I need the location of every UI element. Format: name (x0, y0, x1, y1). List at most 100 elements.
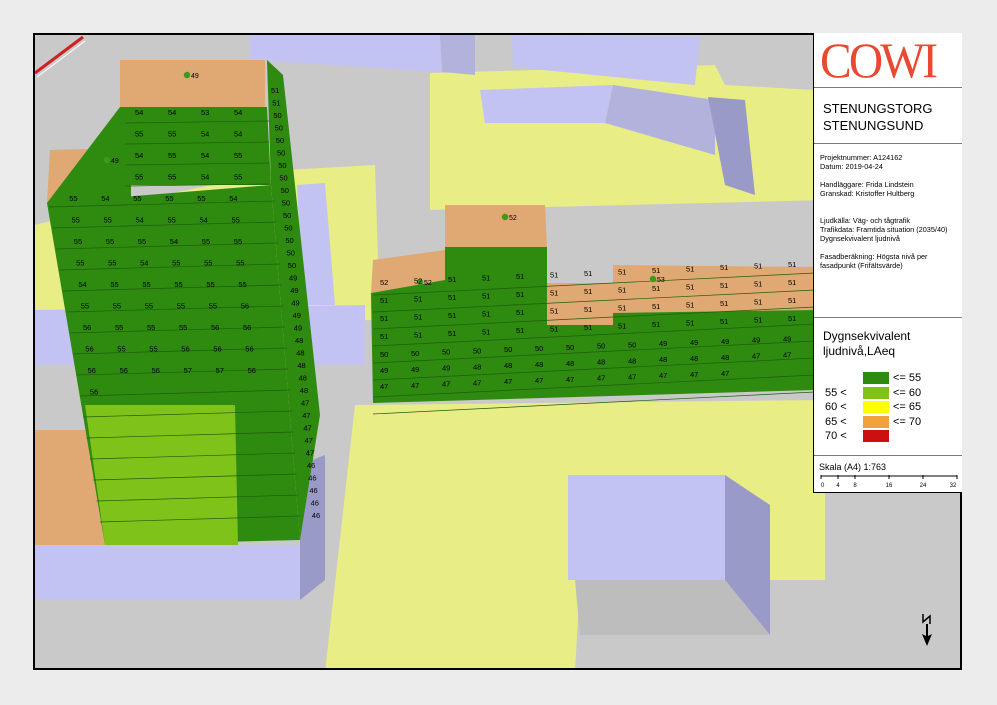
tower-roof (120, 60, 265, 107)
divider (814, 317, 962, 318)
facade-level-label: 49 (380, 366, 388, 375)
facade-level-label: 48 (628, 356, 636, 365)
facade-level-label: 51 (754, 316, 762, 325)
facade-level-label: 50 (442, 348, 450, 357)
facade-level-label: 51 (516, 326, 524, 335)
facade-level-label: 51 (550, 325, 558, 334)
roof-point (103, 156, 111, 164)
facade-level-label: 49 (721, 337, 729, 346)
legend-high-label: <= 65 (893, 401, 922, 413)
facade-level-label: 55 (145, 302, 153, 311)
facade-level-label: 51 (414, 295, 422, 304)
facade-level-label: 55 (113, 302, 121, 311)
facade-level-label: 51 (414, 313, 422, 322)
facade-level-label: 47 (303, 424, 311, 433)
facade-level-label: 51 (516, 290, 524, 299)
facade-level-label: 52 (414, 277, 422, 286)
facade-level-label: 51 (652, 284, 660, 293)
facade-level-label: 51 (652, 320, 660, 329)
facade-level-label: 47 (380, 382, 388, 391)
facade-level-label: 47 (597, 374, 605, 383)
facade-level-label: 56 (245, 345, 253, 354)
facade-level-label: 49 (752, 336, 760, 345)
facade-level-label: 54 (200, 216, 208, 225)
facade-level-label: 55 (108, 259, 116, 268)
facade-level-label: 49 (290, 286, 298, 295)
legend-swatch (863, 372, 889, 384)
scale-tick-label: 0 (821, 483, 825, 489)
facade-level-label: 48 (597, 358, 605, 367)
facade-level-label: 55 (232, 216, 240, 225)
facade-level-label: 51 (272, 99, 280, 108)
facade-level-label: 51 (550, 289, 558, 298)
facade-level-label: 51 (380, 296, 388, 305)
legend-title: Dygnsekvivalent ljudnivå,LAeq (823, 329, 910, 359)
facade-level-label: 54 (234, 108, 242, 117)
facade-level-label: 55 (147, 323, 155, 332)
facade-level-label: 50 (628, 340, 636, 349)
facade-level-label: 56 (243, 323, 251, 332)
facade-level-label: 48 (659, 355, 667, 364)
facade-level-label: 55 (168, 130, 176, 139)
facade-level-label: 55 (149, 345, 157, 354)
facade-level-label: 51 (652, 266, 660, 275)
facade-level-label: 47 (659, 371, 667, 380)
legend-low-label: 60 < (825, 401, 847, 413)
facade-level-label: 51 (720, 281, 728, 290)
facade-level-label: 49 (411, 365, 419, 374)
facade-level-label: 55 (202, 237, 210, 246)
facade-level-label: 51 (448, 329, 456, 338)
facade-level-label: 55 (234, 151, 242, 160)
facade-level-label: 48 (690, 354, 698, 363)
facade-level-label: 56 (85, 345, 93, 354)
facade-level-label: 51 (584, 323, 592, 332)
facade-level-label: 55 (138, 237, 146, 246)
facade-level-label: 51 (720, 263, 728, 272)
facade-level-label: 54 (78, 280, 86, 289)
facade-level-label: 51 (584, 287, 592, 296)
facade-level-label: 47 (473, 378, 481, 387)
facade-level-label: 55 (234, 237, 242, 246)
facade-level-label: 49 (294, 324, 302, 333)
metric: Dygnsekvivalent ljudnivå (820, 234, 900, 243)
courtyard-wall (480, 85, 613, 123)
facade-level-label: 47 (306, 449, 314, 458)
divider (814, 87, 962, 88)
facade-level-label: 50 (281, 186, 289, 195)
facade-level-label: 53 (201, 108, 209, 117)
facade-level-label: 54 (140, 259, 148, 268)
legend-title-line-2: ljudnivå,LAeq (823, 344, 896, 358)
legend-swatch (863, 386, 889, 399)
facade-level-label: 49 (690, 338, 698, 347)
roof-point (183, 71, 191, 79)
legend-panel: COWI STENUNGSTORG STENUNGSUND Projektnum… (813, 33, 962, 493)
legend-title-line-1: Dygnsekvivalent (823, 329, 911, 343)
facade-level-label: 56 (241, 302, 249, 311)
roof-point-label: 53 (657, 277, 665, 284)
facade-level-label: 55 (238, 280, 246, 289)
facade-level-label: 51 (516, 272, 524, 281)
facade-level-label: 49 (783, 334, 791, 343)
facade-level-label: 48 (566, 359, 574, 368)
title-line-2: STENUNGSUND (823, 118, 924, 133)
facade-level-label: 47 (566, 375, 574, 384)
facade-level-label: 50 (285, 236, 293, 245)
facade-level-label: 50 (276, 136, 284, 145)
scale-tick-label: 32 (950, 483, 957, 489)
facade-level-label: 55 (172, 259, 180, 268)
facade-level-label: 55 (76, 259, 84, 268)
facade-level-label: 47 (305, 436, 313, 445)
facade-level-label: 57 (216, 366, 224, 375)
facade-level-label: 55 (104, 216, 112, 225)
facade-level-label: 51 (686, 319, 694, 328)
facade-level-label: 55 (115, 323, 123, 332)
facade-level-label: 51 (754, 280, 762, 289)
facade-level-label: 56 (248, 366, 256, 375)
scale-label: Skala (A4) 1:763 (819, 462, 887, 472)
facade-level-label: 50 (279, 174, 287, 183)
legend-swatch (863, 415, 889, 428)
facade-level-label: 51 (618, 268, 626, 277)
facade-level-label: 47 (690, 370, 698, 379)
legend-low-label: 65 < (825, 415, 847, 428)
facade-level-label: 51 (720, 317, 728, 326)
